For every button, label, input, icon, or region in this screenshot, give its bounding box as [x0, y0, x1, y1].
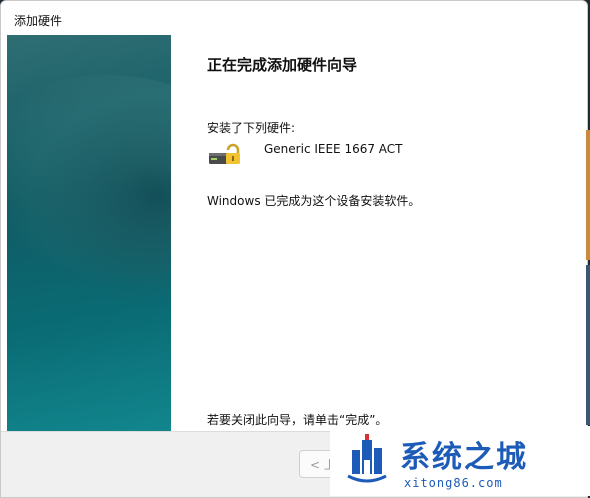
watermark-title: 系统之城 — [400, 440, 528, 475]
usb-drive-lock-icon — [209, 143, 240, 164]
page-title: 正在完成添加硬件向导 — [207, 56, 358, 74]
castle-logo-icon — [347, 434, 387, 483]
window-title: 添加硬件 — [14, 14, 63, 28]
background-window-edge-lower — [586, 265, 590, 425]
install-status-text: Windows 已完成为这个设备安装软件。 — [207, 194, 421, 208]
wizard-banner-image — [7, 35, 171, 431]
title-bar[interactable]: 添加硬件 — [1, 1, 587, 35]
wizard-content: 正在完成添加硬件向导 安装了下列硬件: Generic IEEE 1667 AC… — [171, 35, 587, 431]
background-window-edge — [586, 130, 590, 260]
add-hardware-wizard-window: 添加硬件 正在完成添加硬件向导 安装了下列硬件: Generic IEEE 16… — [0, 0, 588, 498]
watermark: 系统之城 xitong86.com — [330, 426, 590, 496]
watermark-url: xitong86.com — [404, 476, 503, 490]
installed-hardware-label: 安装了下列硬件: — [207, 121, 296, 135]
device-name: Generic IEEE 1667 ACT — [264, 142, 403, 156]
